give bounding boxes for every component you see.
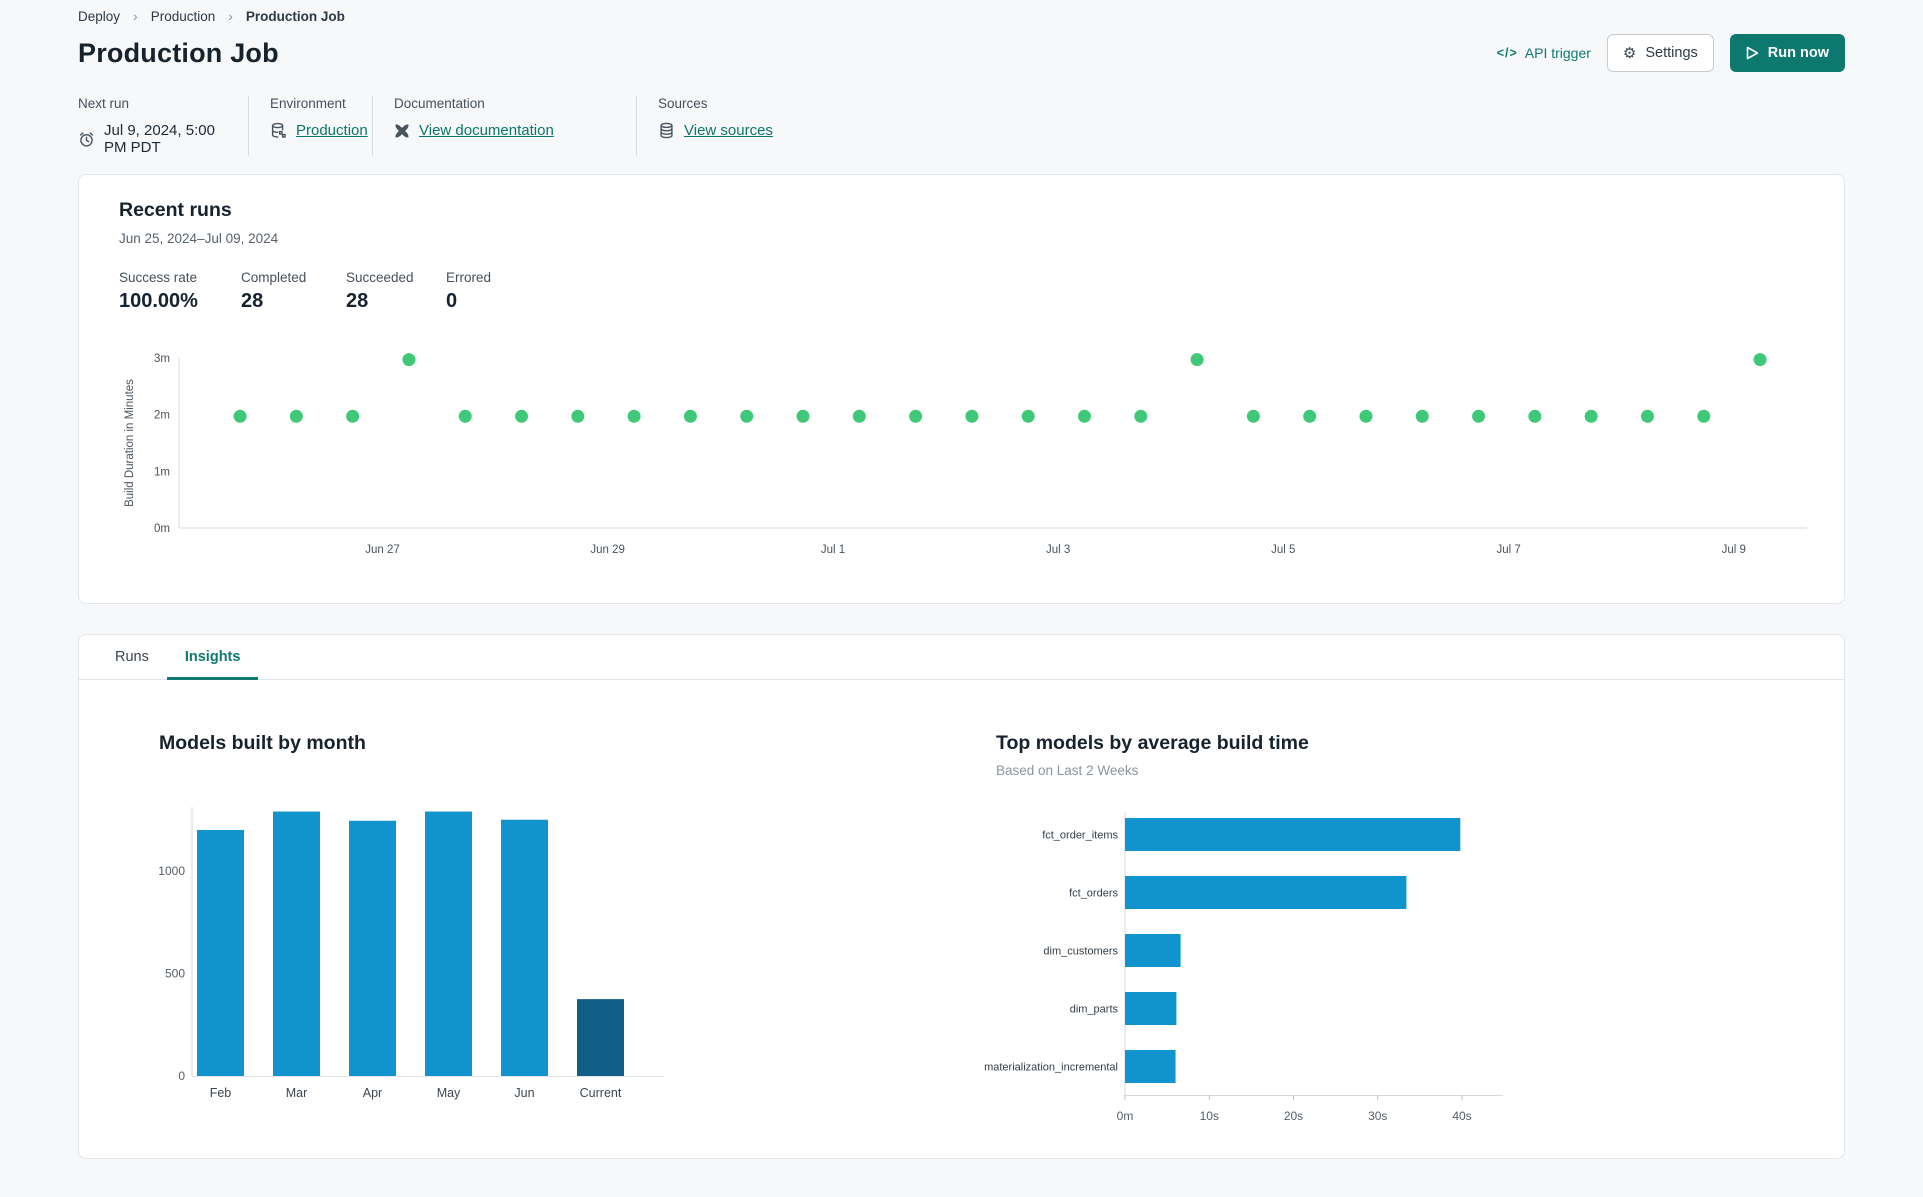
svg-text:Jul 3: Jul 3	[1046, 544, 1070, 556]
top-models-chart-title: Top models by average build time	[996, 732, 1309, 754]
svg-text:dim_parts: dim_parts	[1070, 1004, 1119, 1016]
svg-text:Jul 5: Jul 5	[1271, 544, 1295, 556]
breadcrumb-production-job: Production Job	[245, 8, 345, 24]
sources-label: Sources	[658, 96, 708, 111]
top-models-section: Top models by average build time Based o…	[963, 732, 1844, 1136]
environment-label: Environment	[270, 96, 346, 111]
code-icon: </>	[1496, 46, 1518, 60]
settings-button[interactable]: ⚙ Settings	[1606, 34, 1714, 72]
stat-success-rate: Success rate 100.00%	[119, 270, 198, 312]
play-icon	[1746, 46, 1759, 60]
tab-runs[interactable]: Runs	[97, 635, 167, 679]
svg-text:Apr: Apr	[363, 1086, 382, 1100]
database-icon	[658, 122, 675, 139]
svg-text:0: 0	[178, 1069, 185, 1083]
view-sources-link[interactable]: View sources	[684, 122, 773, 139]
svg-text:materialization_incremental: materialization_incremental	[984, 1062, 1118, 1074]
svg-text:Jul 1: Jul 1	[821, 544, 845, 556]
svg-text:Feb: Feb	[210, 1086, 232, 1100]
svg-text:May: May	[437, 1086, 461, 1100]
gear-icon: ⚙	[1622, 43, 1637, 62]
breadcrumb: Deploy › Production › Production Job	[78, 0, 1845, 24]
recent-runs-title: Recent runs	[119, 199, 232, 221]
chevron-right-icon: ›	[133, 8, 138, 24]
svg-text:Jun: Jun	[514, 1086, 534, 1100]
top-models-chart-subtitle: Based on Last 2 Weeks	[996, 763, 1139, 778]
page-header: Production Job </> API trigger ⚙ Setting…	[78, 34, 1845, 72]
job-info-strip: Next run Jul 9, 2024, 5:00 PM PDT Enviro…	[78, 96, 1845, 156]
svg-text:Build Duration in Minutes: Build Duration in Minutes	[124, 379, 136, 507]
svg-text:0m: 0m	[1117, 1109, 1134, 1123]
recent-runs-card: Recent runs Jun 25, 2024–Jul 09, 2024 Su…	[78, 174, 1845, 604]
next-run-column: Next run Jul 9, 2024, 5:00 PM PDT	[78, 96, 249, 156]
tab-insights[interactable]: Insights	[166, 635, 259, 680]
page: Deploy › Production › Production Job Pro…	[0, 0, 1923, 1159]
run-now-button[interactable]: Run now	[1729, 34, 1845, 72]
svg-text:fct_order_items: fct_order_items	[1042, 830, 1118, 842]
svg-text:Jul 9: Jul 9	[1722, 544, 1746, 556]
svg-text:20s: 20s	[1284, 1109, 1303, 1123]
svg-text:1m: 1m	[154, 466, 170, 478]
chevron-right-icon: ›	[228, 8, 233, 24]
svg-text:30s: 30s	[1368, 1109, 1387, 1123]
breadcrumb-production[interactable]: Production	[151, 9, 216, 24]
next-run-label: Next run	[78, 96, 130, 111]
sources-column: Sources View sources	[637, 96, 797, 156]
insights-panel: Models built by month 0 500 1000 Feb Mar Apr M…	[79, 680, 1844, 1136]
top-models-hbar-chart: fct_order_items fct_orders dim_customersdi…	[963, 804, 1844, 1136]
clock-icon	[78, 131, 95, 148]
svg-text:2m: 2m	[154, 410, 170, 422]
svg-text:500: 500	[165, 967, 185, 981]
environment-link[interactable]: Production	[296, 122, 368, 139]
build-duration-scatter-chart: 0m 1m 2m 3m Build Duration in Minutes Jun 27 J…	[119, 345, 1807, 573]
svg-text:Mar: Mar	[286, 1086, 308, 1100]
api-trigger-label: API trigger	[1524, 45, 1591, 61]
documentation-label: Documentation	[394, 96, 485, 111]
run-now-label: Run now	[1767, 45, 1829, 61]
next-run-value: Jul 9, 2024, 5:00 PM PDT	[104, 122, 215, 156]
svg-text:Jul 7: Jul 7	[1496, 544, 1520, 556]
documentation-column: Documentation View documentation	[373, 96, 637, 156]
job-detail-card: Runs Insights Models built by month 0 500…	[78, 634, 1845, 1159]
view-documentation-link[interactable]: View documentation	[419, 122, 554, 139]
stat-succeeded: Succeeded 28	[346, 270, 414, 312]
settings-label: Settings	[1645, 45, 1698, 61]
svg-text:0m: 0m	[154, 523, 170, 535]
environment-icon	[270, 122, 287, 139]
docs-icon	[394, 123, 410, 139]
svg-text:10s: 10s	[1200, 1109, 1219, 1123]
recent-runs-date-range: Jun 25, 2024–Jul 09, 2024	[119, 231, 279, 246]
environment-column: Environment Production	[249, 96, 373, 156]
page-title: Production Job	[78, 37, 279, 68]
header-actions: </> API trigger ⚙ Settings Run now	[1497, 34, 1845, 72]
svg-text:Jun 27: Jun 27	[365, 544, 400, 556]
svg-text:3m: 3m	[154, 353, 170, 365]
svg-text:Jun 29: Jun 29	[590, 544, 625, 556]
svg-text:40s: 40s	[1452, 1109, 1471, 1123]
svg-text:Current: Current	[580, 1086, 622, 1100]
breadcrumb-deploy[interactable]: Deploy	[78, 9, 120, 24]
svg-text:fct_orders: fct_orders	[1069, 888, 1118, 900]
stat-completed: Completed 28	[241, 270, 307, 312]
recent-runs-stats: Success rate 100.00% Completed 28 Succee…	[119, 270, 1804, 313]
tab-bar: Runs Insights	[79, 635, 1844, 680]
svg-text:dim_customers: dim_customers	[1043, 946, 1118, 958]
models-built-chart-title: Models built by month	[159, 732, 366, 754]
svg-text:1000: 1000	[159, 864, 185, 878]
models-built-by-month-section: Models built by month 0 500 1000 Feb Mar Apr M…	[79, 732, 963, 1136]
models-built-bar-chart: 0 500 1000 Feb Mar Apr May Jun Current	[159, 799, 963, 1113]
api-trigger-link[interactable]: </> API trigger	[1497, 45, 1591, 61]
stat-errored: Errored 0	[446, 270, 492, 312]
